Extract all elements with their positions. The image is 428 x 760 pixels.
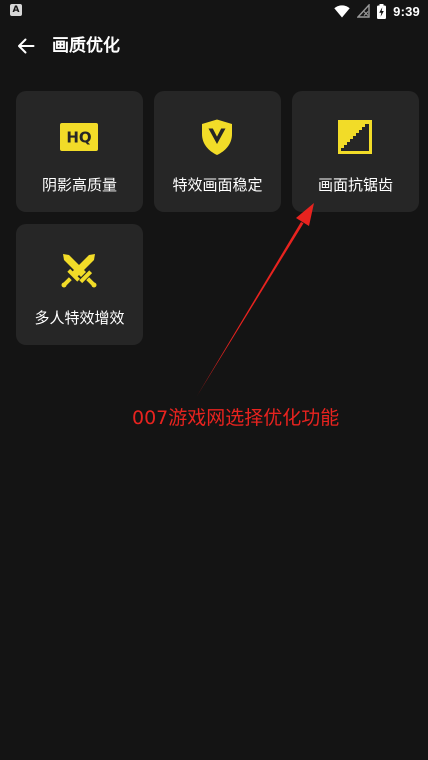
- options-grid: HQ 阴影高质量 特效画面稳定 画面抗锯齿 多人特效增效: [16, 91, 419, 345]
- page-title: 画质优化: [52, 36, 120, 56]
- card-label: 阴影高质量: [41, 176, 117, 194]
- status-bar: A 9:39: [0, 0, 428, 24]
- card-multiplayer-effects[interactable]: 多人特效增效: [16, 224, 143, 345]
- svg-text:HQ: HQ: [66, 129, 91, 147]
- back-arrow-icon[interactable]: [14, 34, 38, 58]
- crossed-swords-icon: [61, 254, 97, 288]
- app-notification-icon: A: [10, 4, 22, 16]
- status-time: 9:39: [393, 3, 420, 19]
- card-antialias[interactable]: 画面抗锯齿: [292, 91, 419, 212]
- card-shadow-quality[interactable]: HQ 阴影高质量: [16, 91, 143, 212]
- header: 画质优化: [0, 24, 428, 68]
- card-label: 多人特效增效: [34, 309, 125, 327]
- hq-icon: HQ: [60, 123, 98, 151]
- card-label: 画面抗锯齿: [317, 176, 393, 194]
- signal-off-icon: [357, 4, 370, 18]
- antialias-staircase-icon: [338, 120, 372, 154]
- battery-charging-icon: [377, 3, 387, 19]
- card-label: 特效画面稳定: [172, 176, 263, 194]
- wifi-icon: [334, 4, 350, 17]
- shield-v-icon: [202, 119, 232, 155]
- card-effect-stable[interactable]: 特效画面稳定: [154, 91, 281, 212]
- annotation-text: 007游戏网选择优化功能: [132, 407, 340, 429]
- status-icons: 9:39: [334, 2, 420, 20]
